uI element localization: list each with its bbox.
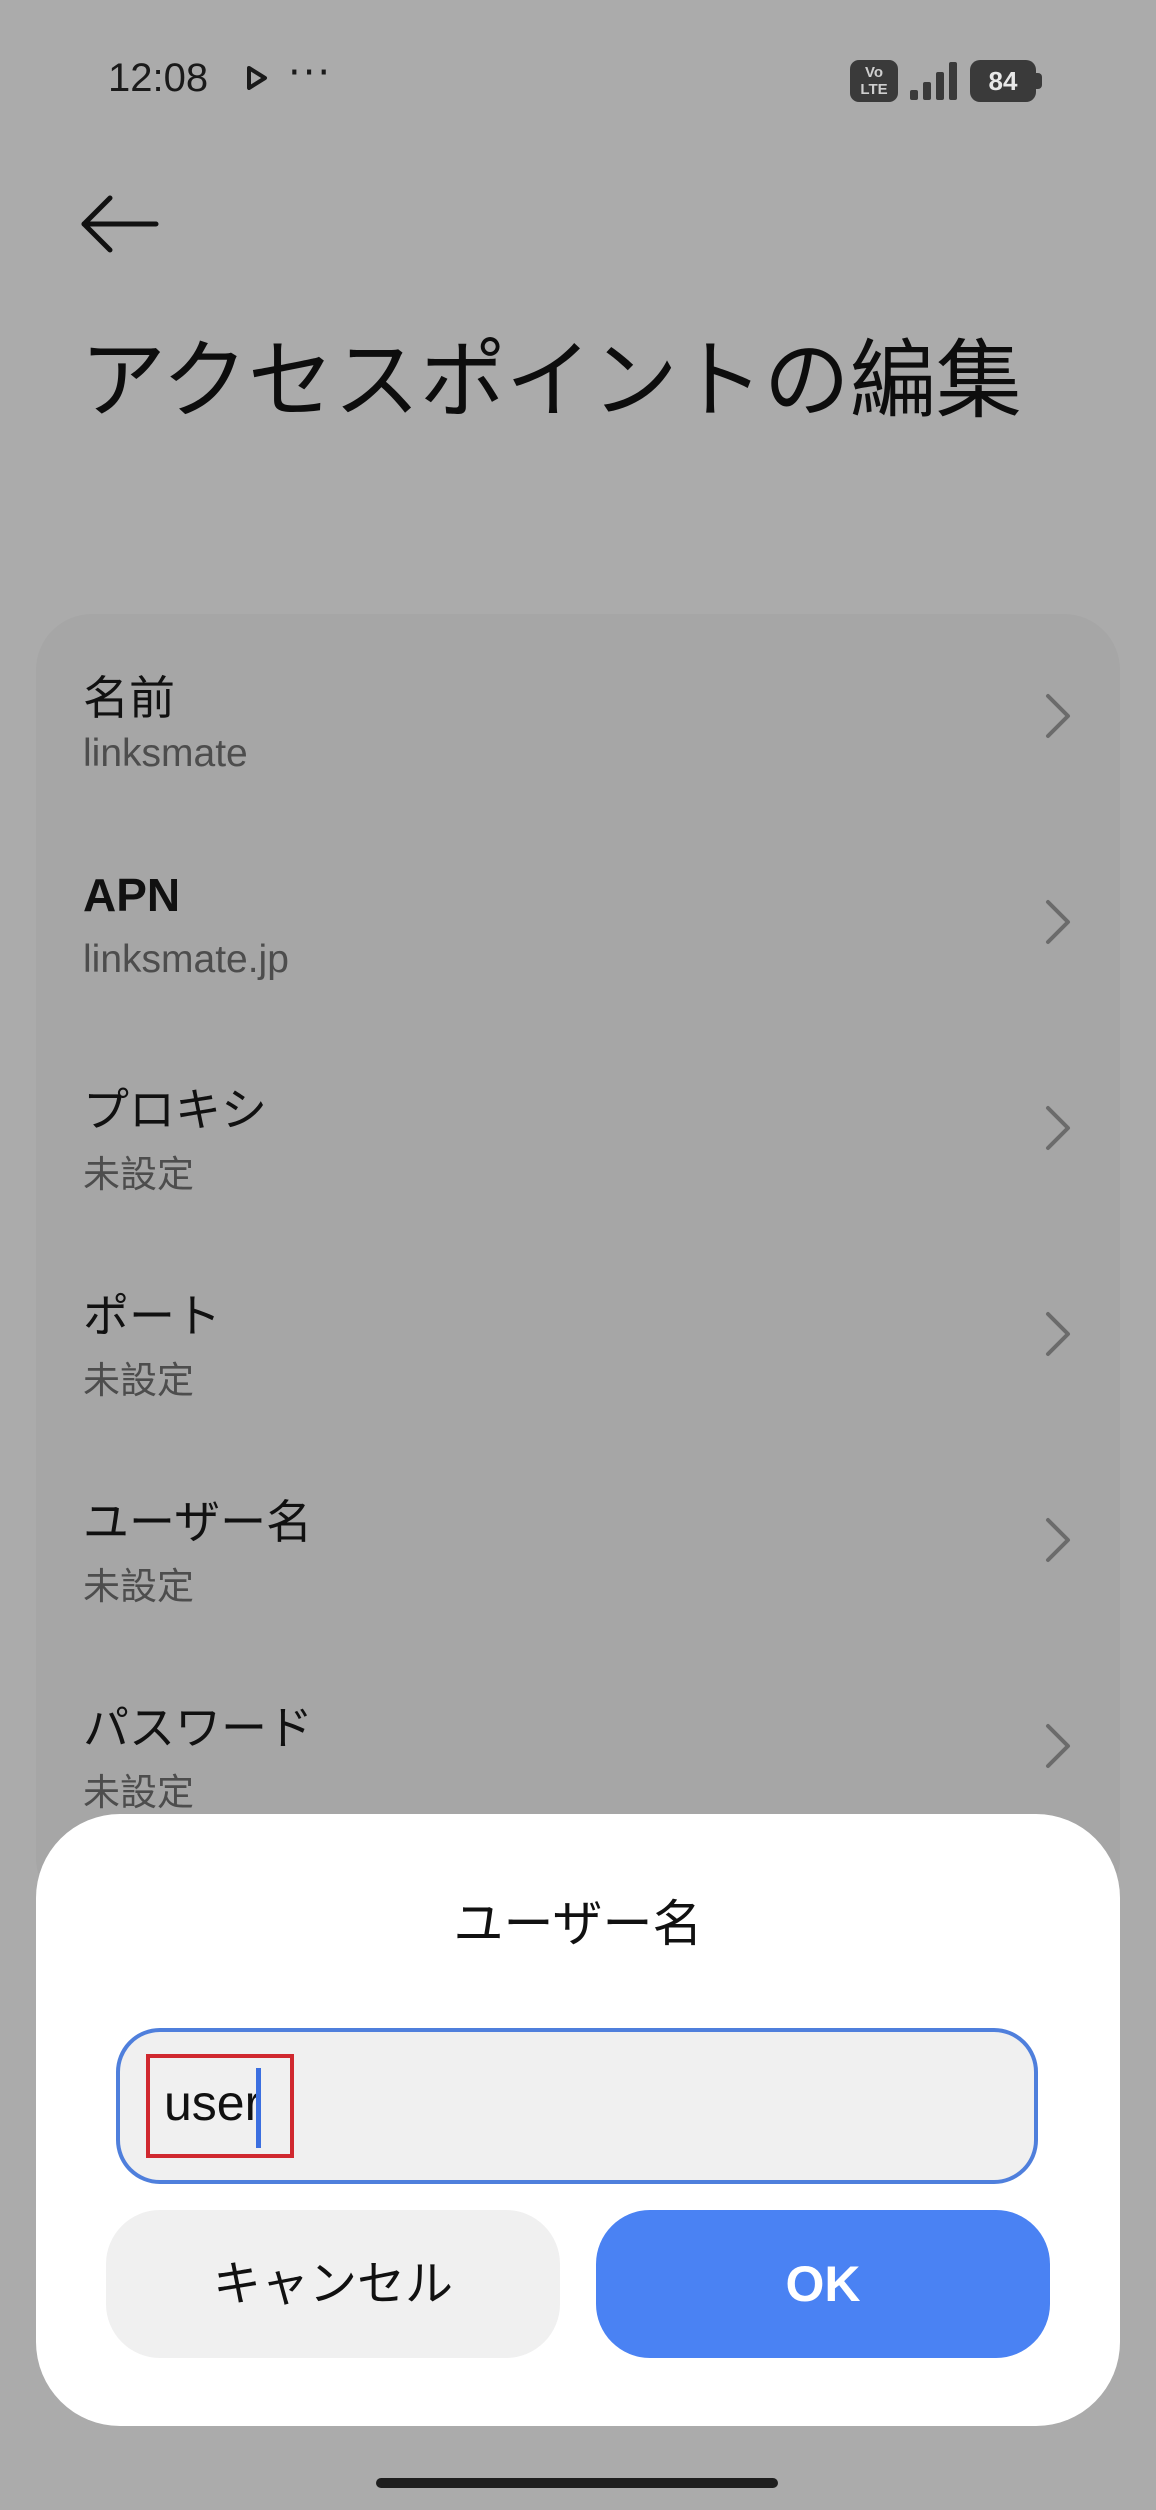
cancel-button[interactable]: キャンセル bbox=[106, 2210, 560, 2358]
battery-icon: 84 bbox=[970, 60, 1042, 102]
chevron-right-icon bbox=[1046, 1106, 1070, 1150]
setting-row-username[interactable]: ユーザー名 未設定 bbox=[36, 1438, 1120, 1644]
volte-top-text: Vo bbox=[864, 64, 884, 81]
chevron-right-icon bbox=[1046, 694, 1070, 738]
page-title: アクセスポイントの編集 bbox=[80, 331, 1022, 431]
status-time: 12:08 bbox=[108, 56, 209, 100]
text-cursor bbox=[256, 2068, 261, 2148]
dialog-title: ユーザー名 bbox=[453, 1895, 703, 1953]
ok-button[interactable]: OK bbox=[596, 2210, 1050, 2358]
volte-icon: Vo LTE bbox=[850, 60, 898, 102]
chevron-right-icon bbox=[1046, 1724, 1070, 1768]
battery-level: 84 bbox=[970, 60, 1036, 102]
back-arrow-icon bbox=[81, 195, 159, 253]
setting-value: 未設定 bbox=[83, 1771, 194, 1814]
home-indicator[interactable] bbox=[376, 2478, 778, 2488]
status-bar: 12:08 ··· Vo LTE 84 bbox=[0, 0, 1156, 160]
setting-label: ユーザー名 bbox=[83, 1495, 313, 1549]
play-icon bbox=[246, 66, 268, 90]
chevron-right-icon bbox=[1046, 1312, 1070, 1356]
setting-label: プロキシ bbox=[83, 1083, 267, 1137]
setting-label: APN bbox=[83, 869, 181, 921]
username-input[interactable]: user bbox=[116, 2028, 1038, 2184]
setting-value: 未設定 bbox=[83, 1359, 194, 1402]
setting-label: ポート bbox=[83, 1289, 221, 1343]
setting-value: linksmate.jp bbox=[83, 938, 289, 981]
more-notifications-icon: ··· bbox=[288, 50, 333, 96]
setting-value: 未設定 bbox=[83, 1153, 194, 1196]
username-input-value: user bbox=[164, 2075, 262, 2131]
chevron-right-icon bbox=[1046, 1518, 1070, 1562]
setting-value: linksmate bbox=[83, 732, 248, 775]
setting-row-apn[interactable]: APN linksmate.jp bbox=[36, 820, 1120, 1026]
setting-row-proxy[interactable]: プロキシ 未設定 bbox=[36, 1026, 1120, 1232]
back-button[interactable] bbox=[74, 184, 170, 264]
setting-value: 未設定 bbox=[83, 1565, 194, 1608]
battery-tip bbox=[1036, 73, 1042, 89]
volte-bottom-text: LTE bbox=[860, 81, 888, 98]
setting-row-name[interactable]: 名前 linksmate bbox=[36, 614, 1120, 820]
chevron-right-icon bbox=[1046, 900, 1070, 944]
setting-label: 名前 bbox=[83, 671, 175, 725]
setting-row-port[interactable]: ポート 未設定 bbox=[36, 1232, 1120, 1438]
signal-icon bbox=[908, 60, 964, 102]
username-dialog: ユーザー名 user キャンセル OK bbox=[36, 1814, 1120, 2426]
setting-label: パスワード bbox=[83, 1701, 313, 1755]
